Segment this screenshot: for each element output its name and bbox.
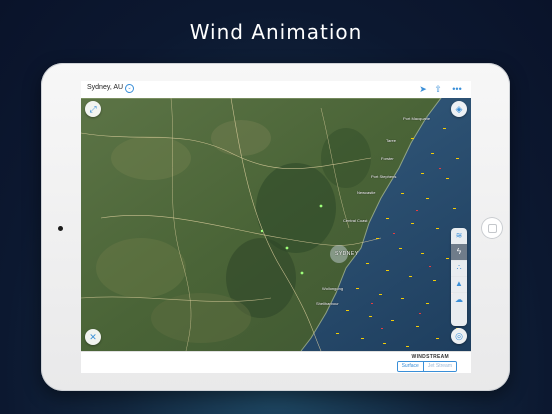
city-label: Port Stephens [371, 174, 397, 179]
layer-picker: ≋ ϟ ∴ ▲ ☁ [451, 228, 467, 326]
city-label: Port Macquarie [403, 116, 431, 121]
layers-icon[interactable]: ◎ [451, 328, 467, 344]
map-graphic [81, 98, 471, 351]
windstream-title: WINDSTREAM [411, 354, 449, 360]
home-button[interactable] [481, 217, 503, 239]
location-label[interactable]: Sydney, AU [87, 84, 123, 91]
satellite-map[interactable]: Port Macquarie Taree Forster Port Stephe… [81, 98, 471, 351]
top-bar: Sydney, AU ⌄ ➤ ⇧ ••• [81, 81, 471, 99]
rain-layer-icon[interactable]: ∴ [451, 260, 467, 277]
home-button-square [488, 224, 497, 233]
jet-stream-option[interactable]: Jet Stream [422, 362, 456, 371]
lightning-layer-icon[interactable]: ϟ [451, 244, 467, 261]
city-label: Central Coast [343, 218, 368, 223]
ipad-frame: Sydney, AU ⌄ ➤ ⇧ ••• Port Macquarie Tare… [41, 63, 510, 391]
cloud-layer-icon[interactable]: ☁ [451, 292, 467, 308]
city-label: SYDNEY [335, 251, 359, 257]
windstream-bar: WINDSTREAM Surface Jet Stream [81, 351, 471, 373]
city-label: Shellharbour [316, 301, 339, 306]
chevron-down-icon[interactable]: ⌄ [125, 84, 134, 93]
more-dots-icon[interactable]: ••• [449, 83, 465, 95]
windstream-segmented-control: Surface Jet Stream [396, 361, 457, 372]
city-label: Forster [381, 156, 394, 161]
front-camera [58, 226, 63, 231]
snow-layer-icon[interactable]: ▲ [451, 276, 467, 293]
navigation-arrow-icon[interactable]: ➤ [417, 83, 429, 95]
city-label: Taree [386, 138, 397, 143]
city-label: Newcastle [357, 190, 376, 195]
share-icon[interactable]: ⇧ [432, 83, 444, 95]
wind-layer-icon[interactable]: ≋ [451, 228, 467, 245]
satellite-icon[interactable]: ✕ [85, 329, 101, 345]
headline: Wind Animation [189, 20, 363, 44]
surface-option[interactable]: Surface [397, 362, 423, 371]
map-tag-icon[interactable]: ◈ [451, 101, 467, 117]
fullscreen-icon[interactable]: ⤢ [85, 101, 101, 117]
city-label: Wollongong [322, 286, 344, 291]
app-screen: Sydney, AU ⌄ ➤ ⇧ ••• Port Macquarie Tare… [81, 81, 471, 373]
